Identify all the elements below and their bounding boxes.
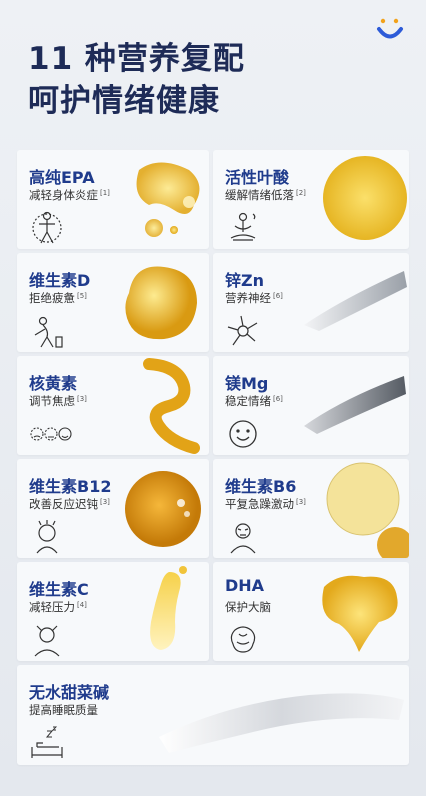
- card-dha: DHA 保护大脑: [213, 562, 409, 661]
- amber-disc-art: [125, 471, 201, 547]
- card-subtitle: 减轻身体炎症 [1]: [29, 188, 110, 202]
- card-betaine: 无水甜菜碱 提高睡眠质量: [17, 665, 409, 765]
- card-vitamin-b12: 维生素B12 改善反应迟钝 [3]: [17, 459, 209, 558]
- meditation-icon: [230, 212, 256, 241]
- headline-line-2: 呵护情绪健康: [28, 83, 220, 119]
- card-ref: [1]: [100, 189, 110, 197]
- confused-head-icon: [36, 520, 58, 554]
- card-ref: [3]: [77, 395, 87, 403]
- card-ref: [6]: [273, 292, 283, 300]
- card-riboflavin: 核黄素 调节焦虑 [3]: [17, 356, 209, 455]
- body-icon: [32, 211, 62, 244]
- sleep-icon: [31, 726, 63, 758]
- card-subtitle: 减轻压力 [4]: [29, 600, 87, 614]
- card-subtitle: 平复急躁激动 [3]: [225, 497, 306, 511]
- card-subtitle: 稳定情绪 [6]: [225, 394, 283, 408]
- angry-person-icon: [230, 523, 256, 554]
- card-zinc: 锌Zn 营养神经 [6]: [213, 253, 409, 352]
- oil-drops-art: [136, 162, 200, 237]
- faces-icon: [30, 427, 72, 441]
- powder-swipe-dark-art: [304, 376, 406, 434]
- card-subtitle: 改善反应迟钝 [3]: [29, 497, 110, 511]
- card-subtitle: 缓解情绪低落 [2]: [225, 188, 306, 202]
- syrup-squiggle-art: [143, 358, 200, 454]
- stressed-person-icon: [34, 625, 60, 657]
- headline: 11 种营养复配 呵护情绪健康: [28, 38, 245, 122]
- headline-line-1: 11 种营养复配: [28, 41, 245, 77]
- card-ref: [3]: [296, 498, 306, 506]
- oil-blob-art: [125, 266, 197, 340]
- smile-icon: [229, 420, 257, 448]
- card-epa: 高纯EPA 减轻身体炎症 [1]: [17, 150, 209, 249]
- card-subtitle: 提高睡眠质量: [29, 703, 98, 717]
- card-title: 镁Mg: [225, 374, 269, 393]
- card-title: 活性叶酸: [225, 168, 290, 187]
- card-ref: [3]: [100, 498, 110, 506]
- card-ref: [2]: [296, 189, 306, 197]
- card-vitamin-d: 维生素D 拒绝疲惫 [5]: [17, 253, 209, 352]
- card-title: 无水甜菜碱: [29, 683, 110, 702]
- card-title: 高纯EPA: [29, 168, 95, 187]
- neuron-icon: [227, 315, 258, 346]
- card-vitamin-b6: 维生素B6 平复急躁激动 [3]: [213, 459, 409, 558]
- pale-discs-art: [326, 462, 409, 558]
- card-title: 锌Zn: [225, 271, 264, 290]
- brand-logo-icon: [377, 18, 403, 39]
- card-title: DHA: [225, 576, 265, 595]
- card-title: 维生素C: [29, 580, 89, 599]
- card-ref: [5]: [77, 292, 87, 300]
- card-subtitle: 营养神经 [6]: [225, 291, 283, 305]
- drip-art: [150, 566, 187, 650]
- card-ref: [4]: [77, 601, 87, 609]
- card-subtitle: 保护大脑: [225, 600, 271, 614]
- card-subtitle: 拒绝疲惫 [5]: [29, 291, 87, 305]
- card-title: 维生素B6: [225, 477, 297, 496]
- brain-icon: [230, 626, 256, 653]
- card-subtitle: 调节焦虑 [3]: [29, 394, 87, 408]
- card-ref: [6]: [273, 395, 283, 403]
- card-title: 维生素B12: [29, 477, 112, 496]
- yellow-disc-art: [323, 156, 407, 240]
- card-title: 核黄素: [29, 374, 78, 393]
- card-title: 维生素D: [29, 271, 91, 290]
- card-folate: 活性叶酸 缓解情绪低落 [2]: [213, 150, 409, 249]
- tired-person-icon: [34, 316, 63, 348]
- card-vitamin-c: 维生素C 减轻压力 [4]: [17, 562, 209, 661]
- powder-swipe-art: [304, 271, 407, 331]
- card-magnesium: 镁Mg 稳定情绪 [6]: [213, 356, 409, 455]
- oil-splash-art: [322, 575, 398, 652]
- white-powder-art: [159, 693, 404, 753]
